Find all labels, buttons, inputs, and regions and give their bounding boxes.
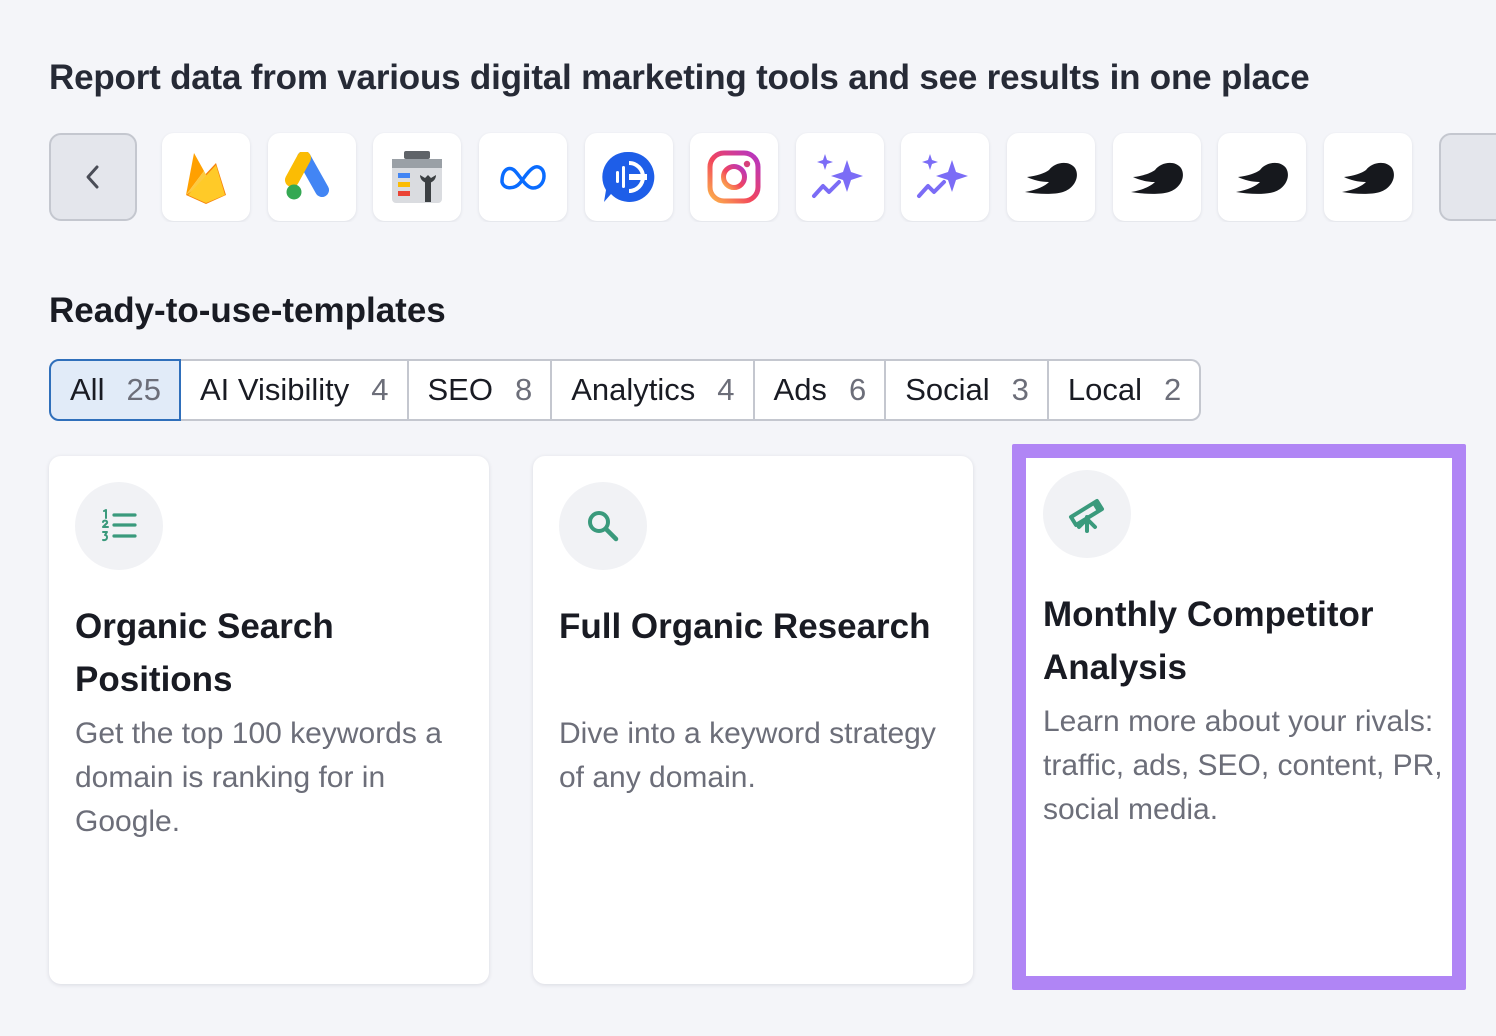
- tab-local[interactable]: Local 2: [1048, 359, 1202, 421]
- meta-icon: [500, 165, 546, 190]
- card-title: Monthly Competitor Analysis: [1043, 595, 1374, 687]
- tool-ai-visibility-1[interactable]: [796, 133, 884, 221]
- card-title: Full Organic Research: [559, 607, 931, 646]
- ai-sparkle-icon: [812, 154, 863, 198]
- tool-semrush-4[interactable]: [1324, 133, 1412, 221]
- templates-title: Ready-to-use-templates: [49, 291, 446, 330]
- tab-count: 4: [717, 372, 735, 407]
- tab-label: SEO: [427, 372, 493, 407]
- tool-instagram[interactable]: [690, 133, 778, 221]
- tab-all[interactable]: All 25: [49, 359, 181, 421]
- telescope-icon: [1069, 499, 1104, 533]
- call-tracking-icon: [602, 151, 655, 202]
- instagram-icon: [707, 150, 761, 204]
- numbered-list-icon: [102, 509, 137, 542]
- tab-social[interactable]: Social 3: [886, 359, 1049, 421]
- tab-label: AI Visibility: [199, 372, 350, 407]
- card-icon-wrapper: [1043, 470, 1131, 558]
- tool-search-console[interactable]: [373, 133, 461, 221]
- tool-call-tracking[interactable]: [585, 133, 673, 221]
- card-icon-wrapper: [559, 482, 647, 570]
- tab-ads[interactable]: Ads 6: [754, 359, 887, 421]
- tab-label: Ads: [773, 372, 827, 407]
- carousel-next-button[interactable]: [1439, 133, 1496, 221]
- tool-google-ads[interactable]: [268, 133, 356, 221]
- template-card-organic-search-positions[interactable]: Organic Search Positions Get the top 100…: [49, 456, 489, 984]
- tab-count: 8: [514, 372, 533, 407]
- firebase-icon: [186, 153, 226, 204]
- tab-analytics[interactable]: Analytics 4: [552, 359, 755, 421]
- semrush-icon: [1342, 162, 1394, 194]
- card-description: Get the top 100 keywords a domain is ran…: [75, 717, 442, 838]
- tool-semrush-1[interactable]: [1007, 133, 1095, 221]
- integrations-carousel: [49, 132, 1496, 222]
- search-icon: [588, 511, 619, 542]
- page-heading: Report data from various digital marketi…: [49, 58, 1310, 97]
- tab-seo[interactable]: SEO 8: [408, 359, 553, 421]
- tab-label: Social: [905, 372, 990, 407]
- template-filter-tabs: All 25 AI Visibility 4 SEO 8 Analytics 4…: [49, 359, 1202, 421]
- tab-count: 3: [1011, 372, 1029, 407]
- tab-count: 6: [848, 372, 867, 407]
- semrush-icon: [1025, 162, 1077, 194]
- tool-firebase[interactable]: [162, 133, 250, 221]
- card-description: Learn more about your rivals: traffic, a…: [1043, 705, 1443, 826]
- tab-label: All: [70, 372, 105, 407]
- ai-sparkle-icon: [917, 154, 968, 198]
- tool-ai-visibility-2[interactable]: [901, 133, 989, 221]
- semrush-icon: [1131, 162, 1183, 194]
- card-description: Dive into a keyword strategy of any doma…: [559, 717, 936, 794]
- tab-count: 2: [1163, 372, 1182, 407]
- tool-semrush-2[interactable]: [1113, 133, 1201, 221]
- semrush-icon: [1236, 162, 1288, 194]
- carousel-prev-button[interactable]: [49, 133, 137, 221]
- tab-ai-visibility[interactable]: AI Visibility 4: [180, 359, 409, 421]
- card-icon-wrapper: [75, 482, 163, 570]
- tool-semrush-3[interactable]: [1218, 133, 1306, 221]
- template-card-monthly-competitor-analysis[interactable]: Monthly Competitor Analysis Learn more a…: [1012, 444, 1466, 990]
- tab-count: 4: [371, 372, 389, 407]
- card-title: Organic Search Positions: [75, 607, 334, 699]
- tool-meta[interactable]: [479, 133, 567, 221]
- chevron-left-icon: [86, 165, 99, 189]
- template-card-full-organic-research[interactable]: Full Organic Research Dive into a keywor…: [533, 456, 973, 984]
- tab-label: Analytics: [571, 372, 696, 407]
- tab-label: Local: [1067, 372, 1142, 407]
- google-ads-icon: [285, 152, 329, 200]
- search-console-icon: [392, 151, 442, 203]
- tab-count: 25: [126, 372, 161, 407]
